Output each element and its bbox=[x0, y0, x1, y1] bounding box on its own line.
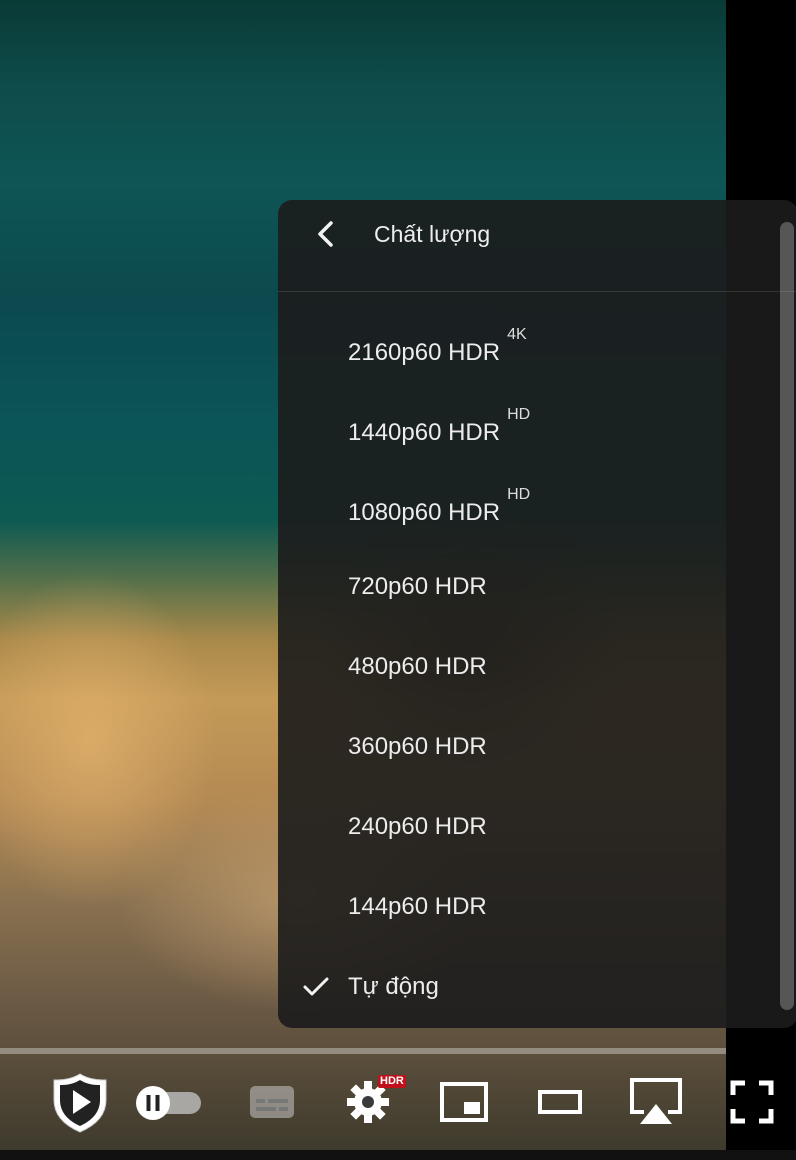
quality-option-360p60[interactable]: 360p60 HDR bbox=[278, 706, 778, 786]
autoplay-toggle-icon bbox=[136, 1086, 201, 1120]
play-shield-icon bbox=[53, 1073, 107, 1133]
quality-option-label: Tự động bbox=[348, 973, 439, 1000]
quality-option-label: 1440p60 HDRHD bbox=[348, 406, 531, 446]
theater-mode-button[interactable] bbox=[532, 1060, 588, 1144]
play-button[interactable] bbox=[48, 1060, 112, 1144]
quality-badge-hd: HD bbox=[507, 486, 531, 503]
quality-option-label: 1080p60 HDRHD bbox=[348, 486, 531, 526]
quality-option-label: 240p60 HDR bbox=[348, 813, 487, 840]
airplay-button[interactable] bbox=[624, 1060, 688, 1144]
menu-scrollbar[interactable] bbox=[780, 222, 794, 1010]
quality-option-auto[interactable]: Tự động bbox=[278, 946, 778, 1026]
quality-menu: Chất lượng 2160p60 HDR4K 1440p60 HDRHD 1… bbox=[278, 200, 796, 1028]
quality-option-label: 720p60 HDR bbox=[348, 573, 487, 600]
checkmark-icon bbox=[300, 970, 332, 1002]
progress-bar[interactable] bbox=[0, 1048, 726, 1054]
quality-option-480p60[interactable]: 480p60 HDR bbox=[278, 626, 778, 706]
settings-button[interactable] bbox=[340, 1060, 396, 1144]
quality-option-144p60[interactable]: 144p60 HDR bbox=[278, 866, 778, 946]
bottom-edge bbox=[0, 1150, 796, 1160]
quality-option-720p60[interactable]: 720p60 HDR bbox=[278, 546, 778, 626]
quality-option-label: 2160p60 HDR4K bbox=[348, 326, 527, 366]
quality-option-label: 480p60 HDR bbox=[348, 653, 487, 680]
quality-option-label: 360p60 HDR bbox=[348, 733, 487, 760]
quality-option-1080p60[interactable]: 1080p60 HDRHD bbox=[278, 466, 778, 546]
hdr-badge: HDR bbox=[378, 1075, 406, 1088]
quality-badge-4k: 4K bbox=[507, 326, 527, 343]
theater-mode-icon bbox=[538, 1090, 582, 1114]
player-controls: HDR bbox=[0, 1060, 796, 1144]
quality-option-240p60[interactable]: 240p60 HDR bbox=[278, 786, 778, 866]
quality-option-label: 144p60 HDR bbox=[348, 893, 487, 920]
quality-option-1440p60[interactable]: 1440p60 HDRHD bbox=[278, 386, 778, 466]
subtitles-icon bbox=[250, 1086, 294, 1118]
miniplayer-icon bbox=[440, 1082, 488, 1122]
miniplayer-button[interactable] bbox=[436, 1060, 492, 1144]
fullscreen-icon bbox=[730, 1080, 774, 1124]
autoplay-toggle[interactable] bbox=[130, 1060, 206, 1144]
airplay-icon bbox=[630, 1078, 682, 1124]
chevron-left-icon bbox=[318, 221, 333, 247]
subtitles-button[interactable] bbox=[244, 1060, 300, 1144]
back-button[interactable] bbox=[306, 214, 346, 254]
quality-option-2160p60[interactable]: 2160p60 HDR4K bbox=[278, 306, 778, 386]
fullscreen-button[interactable] bbox=[726, 1060, 778, 1144]
quality-menu-header: Chất lượng bbox=[278, 200, 796, 292]
quality-menu-title: Chất lượng bbox=[374, 221, 491, 247]
quality-badge-hd: HD bbox=[507, 406, 531, 423]
